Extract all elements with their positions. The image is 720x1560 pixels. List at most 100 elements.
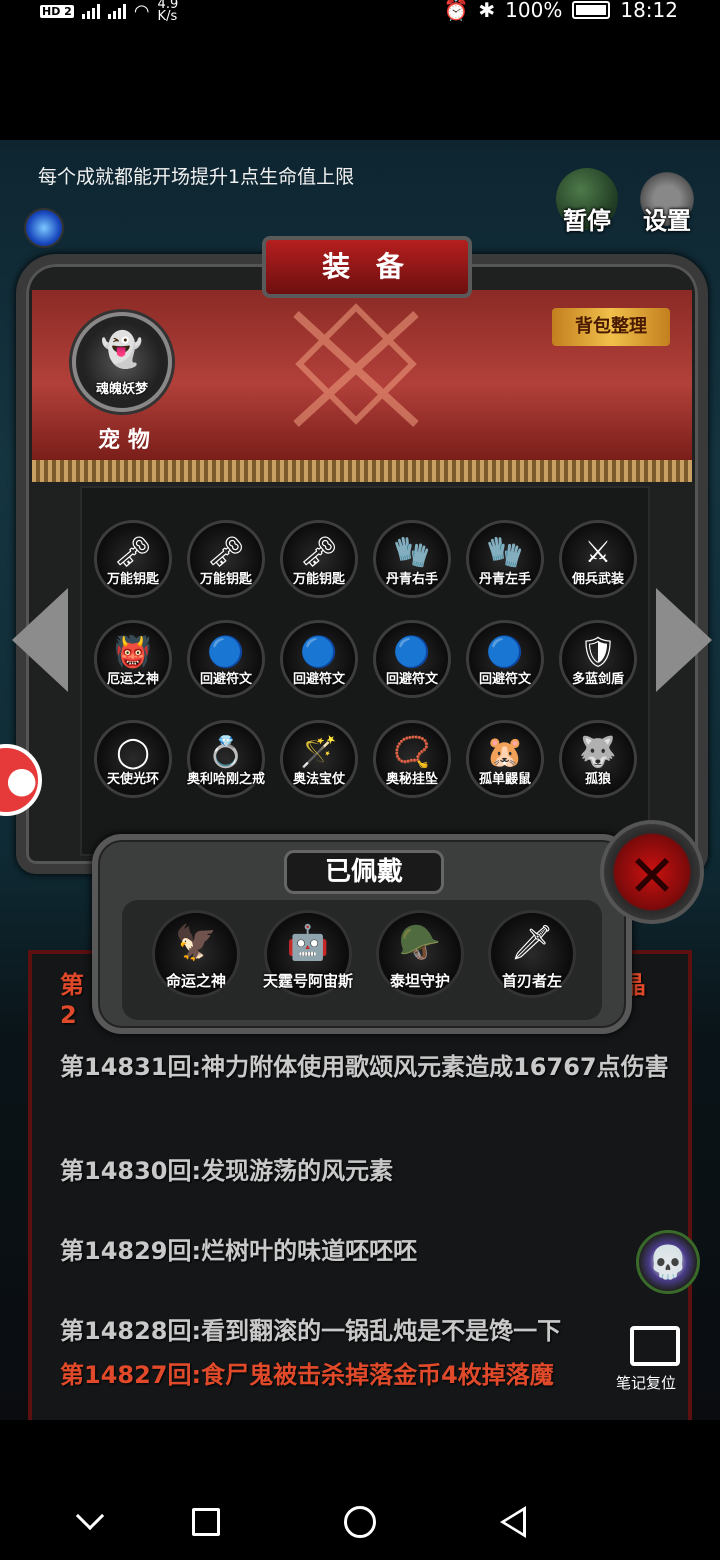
- rune-icon: 🔵: [486, 635, 524, 670]
- notes-reset-label: 笔记复位: [616, 1374, 677, 1392]
- item-name: 佣兵武装: [571, 572, 624, 587]
- pet-slot[interactable]: 👻 魂魄妖梦: [72, 312, 172, 412]
- worn-item-name: 命运之神: [165, 972, 226, 990]
- settings-button[interactable]: 设置: [636, 168, 698, 235]
- inventory-slot[interactable]: 🪄 奥法宝仗: [280, 720, 358, 798]
- achievement-tip: 每个成就都能开场提升1点生命值上限: [38, 166, 355, 188]
- item-name: 万能钥匙: [106, 572, 159, 587]
- inventory-slot[interactable]: 🔵 回避符文: [187, 620, 265, 698]
- recent-apps-icon[interactable]: [192, 1508, 220, 1536]
- back-icon[interactable]: [500, 1506, 526, 1538]
- wifi-icon: ◠: [133, 0, 150, 22]
- inventory-slot[interactable]: 🔵 回避符文: [373, 620, 451, 698]
- inventory-slot[interactable]: 🗝 万能钥匙: [187, 520, 265, 598]
- banner-fringe: [32, 460, 692, 482]
- prev-page-arrow-icon[interactable]: [12, 588, 68, 692]
- titan-helm-icon: 🪖: [398, 923, 442, 963]
- notes-icon: [630, 1326, 680, 1366]
- item-name: 奥秘挂坠: [385, 772, 438, 787]
- inventory-slot[interactable]: ⚔ 佣兵武装: [559, 520, 637, 598]
- ring-icon: 💍: [207, 735, 245, 770]
- bluetooth-icon: ✱: [478, 0, 496, 22]
- inventory-slot[interactable]: ◯ 天使光环: [94, 720, 172, 798]
- inventory-slot[interactable]: 💍 奥利哈刚之戒: [187, 720, 265, 798]
- armor-icon: ⚔: [584, 535, 612, 570]
- equipment-title-plate: 装 备: [262, 236, 472, 298]
- item-name: 回避符文: [385, 672, 438, 687]
- inventory-slot[interactable]: 🔵 回避符文: [280, 620, 358, 698]
- item-name: 回避符文: [292, 672, 345, 687]
- nav-bar: [0, 1420, 720, 1560]
- inventory-slot[interactable]: 🐹 孤单鼹鼠: [466, 720, 544, 798]
- worn-slot[interactable]: 🗡 首刃者左: [488, 910, 576, 998]
- skull-icon: 💀: [648, 1243, 688, 1281]
- item-name: 丹青右手: [385, 572, 438, 587]
- item-name: 天使光环: [106, 772, 159, 787]
- notes-reset-button[interactable]: 笔记复位: [616, 1320, 702, 1400]
- halo-icon: ◯: [116, 735, 150, 770]
- inventory-slot[interactable]: 🛡 多蓝剑盾: [559, 620, 637, 698]
- network-speed: 4.9 K/s: [157, 0, 179, 24]
- gem-icon[interactable]: [24, 208, 64, 248]
- log-line: 第14829回:烂树叶的味道呸呸呸: [60, 1237, 418, 1265]
- inventory-slot[interactable]: 🗝 万能钥匙: [280, 520, 358, 598]
- key-icon: 🗝: [299, 535, 339, 570]
- item-name: 多蓝剑盾: [571, 672, 624, 687]
- pet-name: 魂魄妖梦: [95, 382, 148, 397]
- collapse-chevron-icon[interactable]: [75, 1501, 105, 1531]
- item-name: 丹青左手: [478, 572, 531, 587]
- equipment-title: 装 备: [322, 250, 412, 283]
- pet-label: 宠 物: [98, 428, 150, 453]
- key-icon: 🗝: [113, 535, 153, 570]
- next-page-arrow-icon[interactable]: [656, 588, 712, 692]
- log-line: 第14831回:神力附体使用歌颂风元素造成16767点伤害: [60, 1053, 669, 1081]
- alarm-icon: ⏰: [443, 0, 469, 22]
- skull-button[interactable]: 💀: [636, 1230, 700, 1294]
- inventory-slot[interactable]: 👹 厄运之神: [94, 620, 172, 698]
- inventory-slot[interactable]: 🧤 丹青右手: [373, 520, 451, 598]
- pet-icon: 👻: [100, 330, 144, 370]
- worn-item-name: 天霆号阿宙斯: [262, 972, 353, 990]
- demon-icon: 👹: [114, 635, 152, 670]
- battery-percent: 100%: [505, 0, 563, 22]
- close-button[interactable]: ✕: [600, 820, 704, 924]
- signal-icon-2: [107, 3, 126, 19]
- home-icon[interactable]: [344, 1506, 376, 1538]
- log-line: 第14830回:发现游荡的风元素: [60, 1157, 394, 1185]
- inventory-slot[interactable]: 🧤 丹青左手: [466, 520, 544, 598]
- glove-icon: 🧤: [393, 535, 431, 570]
- hd-voice-icon: HD 2: [40, 4, 74, 18]
- rune-icon: 🔵: [393, 635, 431, 670]
- rune-icon: 🔵: [300, 635, 338, 670]
- inventory-slot[interactable]: 🗝 万能钥匙: [94, 520, 172, 598]
- glove-icon: 🧤: [486, 535, 524, 570]
- shield-icon: 🛡: [578, 635, 618, 670]
- inventory-slot[interactable]: 📿 奥秘挂坠: [373, 720, 451, 798]
- item-name: 孤单鼹鼠: [478, 772, 531, 787]
- log-line: 第14827回:食尸鬼被击杀掉落金币4枚掉落魔: [60, 1361, 554, 1389]
- fate-bird-icon: 🦅: [174, 923, 218, 963]
- mole-icon: 🐹: [486, 735, 524, 770]
- worn-title: 已佩戴: [284, 850, 444, 894]
- key-icon: 🗝: [206, 535, 246, 570]
- rune-icon: 🔵: [207, 635, 245, 670]
- inventory-slot[interactable]: 🔵 回避符文: [466, 620, 544, 698]
- pause-button[interactable]: 暂停: [556, 168, 618, 235]
- sort-bag-button[interactable]: 背包整理: [552, 308, 670, 346]
- status-bar: HD 2 ◠ 4.9 K/s ⏰ ✱ 100% 18:12: [0, 0, 720, 26]
- worn-slot[interactable]: 🦅 命运之神: [152, 910, 240, 998]
- clock: 18:12: [620, 0, 678, 22]
- item-name: 回避符文: [478, 672, 531, 687]
- wolf-icon: 🐺: [579, 735, 617, 770]
- item-name: 厄运之神: [106, 672, 159, 687]
- item-name: 万能钥匙: [199, 572, 252, 587]
- inventory-slot[interactable]: 🐺 孤狼: [559, 720, 637, 798]
- worn-slot[interactable]: 🤖 天霆号阿宙斯: [263, 910, 353, 998]
- pause-label: 暂停: [563, 207, 611, 235]
- worn-slot[interactable]: 🪖 泰坦守护: [376, 910, 464, 998]
- item-name: 奥利哈刚之戒: [186, 772, 265, 787]
- crossed-swords-emblem-icon: [293, 303, 419, 427]
- staff-icon: 🪄: [300, 735, 338, 770]
- worn-item-name: 首刃者左: [501, 972, 562, 990]
- user-icon: ●: [6, 760, 38, 801]
